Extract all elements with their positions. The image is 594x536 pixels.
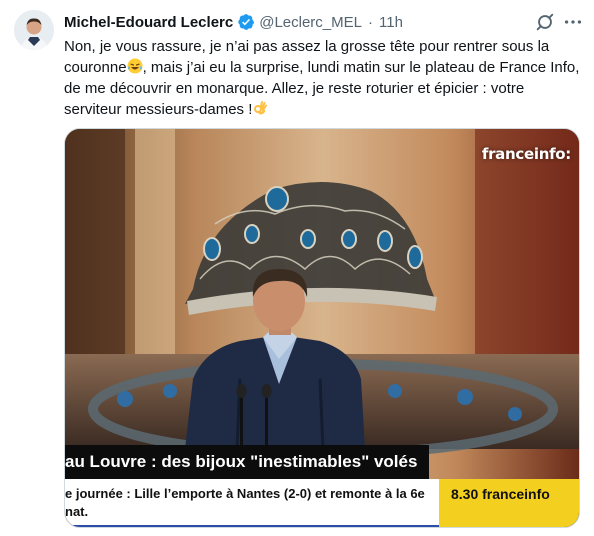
verified-badge-icon (238, 14, 255, 30)
tweet-text: Non, je vous rassure, je n’ai pas assez … (64, 36, 582, 120)
grok-icon[interactable] (534, 11, 556, 33)
tweet[interactable]: Michel-Edouard Leclerc @Leclerc_MEL · 11… (0, 0, 594, 536)
program-badge: 8.30 franceinfo (439, 479, 579, 527)
ticker-accent-bar (65, 525, 439, 527)
separator-dot: · (368, 13, 373, 31)
laughing-tears-emoji (127, 58, 143, 74)
more-dots-icon[interactable] (562, 11, 584, 33)
media-video[interactable]: franceinfo: au Louvre : des bijoux "ines… (64, 128, 580, 528)
timestamp[interactable]: 11h (379, 14, 403, 31)
tweet-header: Michel-Edouard Leclerc @Leclerc_MEL · 11… (64, 12, 403, 32)
avatar[interactable] (14, 10, 54, 50)
author-name[interactable]: Michel-Edouard Leclerc (64, 14, 233, 31)
channel-logo: franceinfo: (481, 145, 571, 163)
author-handle[interactable]: @Leclerc_MEL (259, 14, 362, 31)
ok-hand-emoji (254, 101, 268, 115)
news-headline: au Louvre : des bijoux "inestimables" vo… (65, 445, 430, 479)
ticker-text: e journée : Lille l’emporte à Nantes (2-… (65, 486, 425, 519)
news-ticker: e journée : Lille l’emporte à Nantes (2-… (65, 479, 439, 527)
